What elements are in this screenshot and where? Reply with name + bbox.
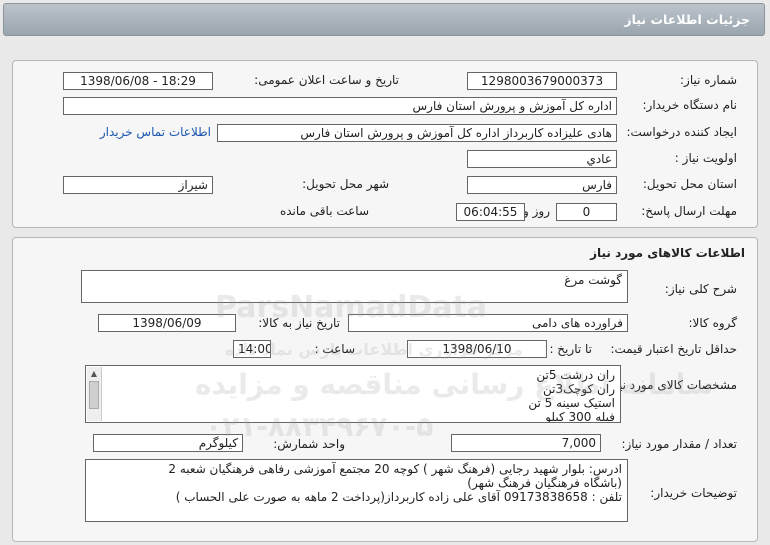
goods-panel: اطلاعات کالاهای مورد نیاز شرح کلی نیاز: … <box>12 237 758 542</box>
validity-date-field[interactable]: 1398/06/10 <box>407 340 547 358</box>
priority-label: اولویت نیاز : <box>674 151 737 165</box>
goods-spec-line: استیک سینه 5 تن <box>528 396 615 410</box>
need-date-label: تاریخ نیاز به کالا: <box>258 316 340 330</box>
need-details-panel: شماره نیاز: 1298003679000373 تاریخ و ساع… <box>12 60 758 228</box>
delivery-province-label: استان محل تحویل: <box>642 177 737 191</box>
goods-spec-line: فیله 300 کیلو <box>545 410 615 423</box>
buyer-label: نام دستگاه خریدار: <box>642 98 738 112</box>
announce-date-label: تاریخ و ساعت اعلان عمومی: <box>254 73 399 87</box>
goods-spec-line: ران کوچک3تن <box>543 382 615 396</box>
buyer-notes-line: (باشگاه فرهنگیان فرهنگ شهر) <box>467 476 622 490</box>
buyer-contact-link[interactable]: اطلاعات تماس خریدار <box>100 125 211 139</box>
delivery-city-field[interactable]: شیراز <box>63 176 213 194</box>
goods-section-title: اطلاعات کالاهای مورد نیاز <box>590 246 745 260</box>
delivery-city-label: شهر محل تحویل: <box>302 177 389 191</box>
need-number-label: شماره نیاز: <box>680 73 737 87</box>
delivery-province-field[interactable]: فارس <box>467 176 617 194</box>
unit-field[interactable]: کیلوگرم <box>93 434 243 452</box>
quantity-field[interactable]: 7,000 <box>451 434 601 452</box>
scroll-thumb[interactable] <box>89 381 99 409</box>
goods-spec-line: ران درشت 5تن <box>536 368 615 382</box>
validity-time-field[interactable]: 14:00 <box>233 340 271 358</box>
creator-label: ایجاد کننده درخواست: <box>626 125 737 139</box>
announce-date-field[interactable]: 1398/06/08 - 18:29 <box>63 72 213 90</box>
days-word: روز و <box>523 204 550 218</box>
buyer-notes-line: ادرس: بلوار شهید رجایی (فرهنگ شهر ) کوچه… <box>168 462 622 476</box>
goods-group-field[interactable]: فراورده های دامی <box>348 314 628 332</box>
quantity-label: تعداد / مقدار مورد نیاز: <box>621 437 737 451</box>
creator-field[interactable]: هادی علیزاده کاربرداز اداره کل آموزش و پ… <box>217 124 617 142</box>
general-description-field[interactable]: گوشت مرغ <box>81 270 628 303</box>
buyer-notes-line: تلفن : 09173838658 آقای علی زاده کاربردا… <box>175 490 622 504</box>
until-date-label: تا تاریخ : <box>549 342 592 356</box>
deadline-time-field[interactable]: 06:04:55 <box>456 203 525 221</box>
goods-specs-label: مشخصات کالای مورد نیاز: <box>605 378 737 392</box>
buyer-field[interactable]: اداره کل آموزش و پرورش استان فارس <box>63 97 617 115</box>
validity-hour-label: ساعت : <box>314 342 355 356</box>
goods-group-label: گروه کالا: <box>688 316 738 330</box>
goods-specs-list[interactable]: ران درشت 5تن ران کوچک3تن استیک سینه 5 تن… <box>85 365 621 423</box>
remaining-time-label: ساعت باقی مانده <box>279 204 369 218</box>
need-date-field[interactable]: 1398/06/09 <box>98 314 236 332</box>
need-number-field[interactable]: 1298003679000373 <box>467 72 617 90</box>
deadline-label: مهلت ارسال پاسخ: <box>641 204 737 218</box>
buyer-notes-label: توضیحات خریدار: <box>650 486 737 500</box>
scroll-up-arrow-icon[interactable]: ▲ <box>87 367 101 381</box>
general-description-label: شرح کلی نیاز: <box>664 282 737 296</box>
buyer-notes-field[interactable]: ادرس: بلوار شهید رجایی (فرهنگ شهر ) کوچه… <box>85 459 628 522</box>
page-title: جزئیات اطلاعات نیاز <box>624 12 750 27</box>
priority-field[interactable]: عادي <box>467 150 617 168</box>
specs-scrollbar[interactable]: ▲ <box>87 367 102 421</box>
deadline-days-field[interactable]: 0 <box>556 203 617 221</box>
unit-label: واحد شمارش: <box>273 437 345 451</box>
page-header: جزئیات اطلاعات نیاز <box>3 3 765 36</box>
price-validity-label: حداقل تاریخ اعتبار قیمت: <box>610 342 737 356</box>
